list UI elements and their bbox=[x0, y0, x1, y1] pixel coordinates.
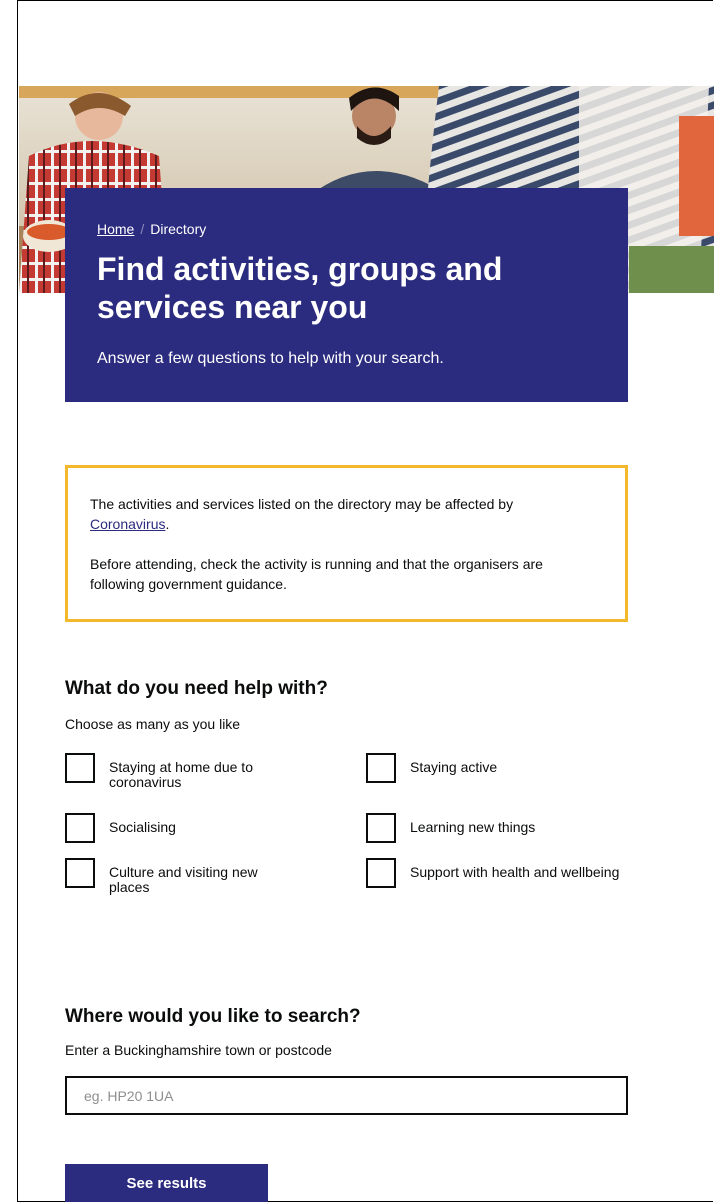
location-input[interactable] bbox=[67, 1078, 626, 1113]
location-field[interactable] bbox=[65, 1076, 628, 1115]
checkbox-box[interactable] bbox=[65, 753, 95, 783]
checkbox-box[interactable] bbox=[366, 858, 396, 888]
left-gutter bbox=[0, 0, 18, 1202]
checkbox-box[interactable] bbox=[65, 813, 95, 843]
notice-line-1-end: . bbox=[165, 516, 170, 532]
checkbox-label: Staying active bbox=[410, 759, 498, 775]
page-title: Find activities, groups and services nea… bbox=[97, 251, 503, 325]
notice-text-2: Before attending, check the activity is … bbox=[90, 556, 543, 592]
see-results-button[interactable]: See results bbox=[65, 1164, 268, 1202]
search-heading: Where would you like to search? bbox=[65, 1006, 361, 1027]
checkbox-culture[interactable]: Culture and visiting new places bbox=[65, 858, 299, 895]
checkbox-label: Learning new things bbox=[410, 819, 536, 835]
help-hint: Choose as many as you like bbox=[65, 716, 241, 732]
breadcrumb-separator: / bbox=[140, 221, 145, 237]
coronavirus-link[interactable]: Coronavirus bbox=[90, 516, 165, 532]
checkbox-staying-at-home[interactable]: Staying at home due to coronavirus bbox=[65, 753, 299, 790]
checkbox-label: Staying at home due to coronavirus bbox=[109, 759, 253, 790]
page-subtitle: Answer a few questions to help with your… bbox=[97, 350, 444, 367]
checkbox-learning[interactable]: Learning new things bbox=[366, 813, 600, 843]
checkbox-health-wellbeing[interactable]: Support with health and wellbeing bbox=[366, 858, 640, 888]
checkbox-box[interactable] bbox=[65, 858, 95, 888]
breadcrumb: Home / Directory bbox=[97, 221, 206, 237]
checkbox-label: Socialising bbox=[109, 819, 176, 835]
breadcrumb-home-link[interactable]: Home bbox=[97, 221, 134, 237]
checkbox-box[interactable] bbox=[366, 753, 396, 783]
hero-panel: Home / Directory Find activities, groups a… bbox=[65, 188, 628, 402]
checkbox-box[interactable] bbox=[366, 813, 396, 843]
checkbox-label: Support with health and wellbeing bbox=[410, 864, 620, 880]
checkbox-label: Culture and visiting new places bbox=[109, 864, 258, 895]
coronavirus-notice: The activities and services listed on th… bbox=[65, 465, 628, 622]
breadcrumb-current: Directory bbox=[150, 221, 207, 237]
search-hint: Enter a Buckinghamshire town or postcode bbox=[65, 1042, 332, 1058]
notice-text-1: The activities and services listed on th… bbox=[90, 494, 590, 534]
checkbox-socialising[interactable]: Socialising bbox=[65, 813, 299, 843]
notice-line-1: The activities and services listed on th… bbox=[90, 496, 514, 512]
help-heading: What do you need help with? bbox=[65, 678, 328, 699]
checkbox-staying-active[interactable]: Staying active bbox=[366, 753, 600, 783]
